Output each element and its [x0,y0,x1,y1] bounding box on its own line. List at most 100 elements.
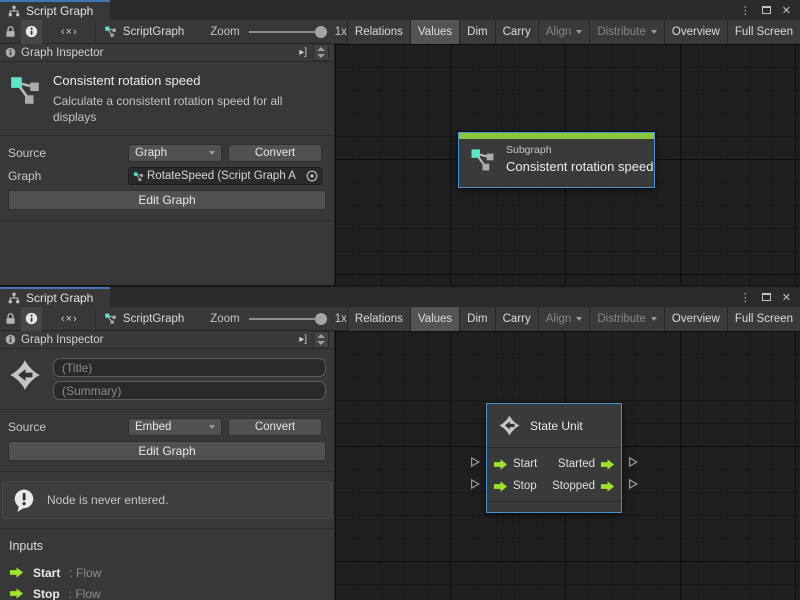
graph-inspector-title: Graph Inspector [21,47,103,59]
graph-canvas[interactable]: State Unit Start Started Stop Stoppe [335,331,800,600]
subgraph-node[interactable]: Subgraph Consistent rotation speed [458,132,655,188]
input-port-row: Stop : Flow [9,583,325,600]
full-screen-button[interactable]: Full Screen [728,20,800,44]
node-port-area: Start Started Stop Stopped [487,448,621,501]
zoom-slider[interactable] [249,307,327,331]
edit-graph-button[interactable]: Edit Graph [8,441,326,461]
state-unit-icon [498,414,521,437]
full-screen-button[interactable]: Full Screen [728,307,800,331]
breadcrumb[interactable]: ScriptGraph [104,312,184,325]
code-preview-button[interactable]: ‹×› [51,20,87,44]
window-controls: ⋮ ✕ [740,0,800,20]
subgraph-icon [104,312,117,325]
zoom-value: 1x [335,26,347,38]
lock-icon [4,312,17,325]
flow-out-icon[interactable] [600,457,615,472]
graph-tree-icon [8,292,20,304]
carry-button[interactable]: Carry [496,307,539,331]
scroll-spinner[interactable] [313,44,329,61]
convert-button[interactable]: Convert [228,144,322,162]
zoom-slider-handle[interactable] [315,26,327,38]
scroll-up-icon[interactable] [317,47,325,51]
breadcrumb-label: ScriptGraph [123,26,184,38]
convert-button[interactable]: Convert [228,418,322,436]
menu-icon[interactable]: ⋮ [740,4,751,17]
graph-settings-form: Source Graph Convert Graph RotateSpeed (… [0,136,334,221]
port-row: Start Started [493,453,615,475]
flow-in-icon[interactable] [493,457,508,472]
dock-icon[interactable]: ▸] [299,334,307,345]
node-footer [487,501,621,512]
subgraph-icon [8,73,42,107]
overview-button[interactable]: Overview [665,307,728,331]
source-dropdown[interactable]: Graph [128,144,222,162]
dim-button[interactable]: Dim [460,20,495,44]
close-icon[interactable]: ✕ [782,4,791,17]
distribute-button[interactable]: Distribute [590,307,665,331]
title-input[interactable] [53,358,326,377]
summary-input[interactable] [53,381,326,400]
graph-description: Calculate a consistent rotation speed fo… [53,93,293,125]
graph-object-field[interactable]: RotateSpeed (Script Graph A [128,167,322,185]
maximize-icon[interactable] [762,6,771,14]
tab-title: Script Graph [26,291,93,305]
breadcrumb[interactable]: ScriptGraph [104,25,184,38]
port-connector-icon[interactable] [469,456,481,468]
subgraph-icon [133,171,144,182]
lock-button[interactable] [0,307,21,331]
dim-button[interactable]: Dim [460,307,495,331]
flow-out-icon[interactable] [600,479,615,494]
source-label: Source [8,420,128,434]
scroll-down-icon[interactable] [317,341,325,345]
flow-in-icon[interactable] [493,479,508,494]
edit-graph-button[interactable]: Edit Graph [8,190,326,210]
align-button[interactable]: Align [539,307,591,331]
relations-button[interactable]: Relations [348,307,411,331]
values-button[interactable]: Values [411,307,460,331]
info-icon [5,47,16,58]
tab-script-graph[interactable]: Script Graph [0,0,110,20]
maximize-icon[interactable] [762,293,771,301]
dropdown-arrow-icon [576,317,582,321]
overview-button[interactable]: Overview [665,20,728,44]
values-button[interactable]: Values [411,20,460,44]
state-unit-node[interactable]: State Unit Start Started Stop Stoppe [486,403,622,513]
window-controls: ⋮ ✕ [740,287,800,307]
zoom-label: Zoom [210,313,239,325]
menu-icon[interactable]: ⋮ [740,291,751,304]
inspector-toggle-button[interactable] [21,20,42,44]
scroll-down-icon[interactable] [317,54,325,58]
info-icon [25,312,38,325]
close-icon[interactable]: ✕ [782,291,791,304]
distribute-button[interactable]: Distribute [590,20,665,44]
tab-bar: Script Graph ⋮ ✕ [0,0,800,20]
port-connector-icon[interactable] [627,456,639,468]
inspector-toggle-button[interactable] [21,307,42,331]
object-picker-icon[interactable] [305,169,319,183]
dropdown-arrow-icon [209,151,215,155]
carry-button[interactable]: Carry [496,20,539,44]
zoom-slider[interactable] [249,20,327,44]
toolbar-button-group: Relations Values Dim Carry Align Distrib… [347,20,800,44]
lock-button[interactable] [0,20,21,44]
zoom-slider-handle[interactable] [315,313,327,325]
port-row: Stop Stopped [493,475,615,497]
input-port-row: Start : Flow [9,562,325,583]
scroll-up-icon[interactable] [317,334,325,338]
source-dropdown[interactable]: Embed [128,418,222,436]
graph-inspector-title: Graph Inspector [21,334,103,346]
graph-canvas[interactable]: Subgraph Consistent rotation speed [335,44,800,285]
node-kind-label: Subgraph [506,144,653,156]
relations-button[interactable]: Relations [348,20,411,44]
align-button[interactable]: Align [539,20,591,44]
code-preview-button[interactable]: ‹×› [51,307,87,331]
port-connector-icon[interactable] [469,478,481,490]
subgraph-icon [469,146,496,173]
graph-toolbar: ‹×› ScriptGraph Zoom 1x Relations Values… [0,20,800,44]
scroll-spinner[interactable] [313,331,329,348]
tab-script-graph[interactable]: Script Graph [0,287,110,307]
port-connector-icon[interactable] [627,478,639,490]
info-icon [5,334,16,345]
dock-icon[interactable]: ▸] [299,47,307,58]
graph-inspector-header: Graph Inspector ▸] [0,331,334,349]
